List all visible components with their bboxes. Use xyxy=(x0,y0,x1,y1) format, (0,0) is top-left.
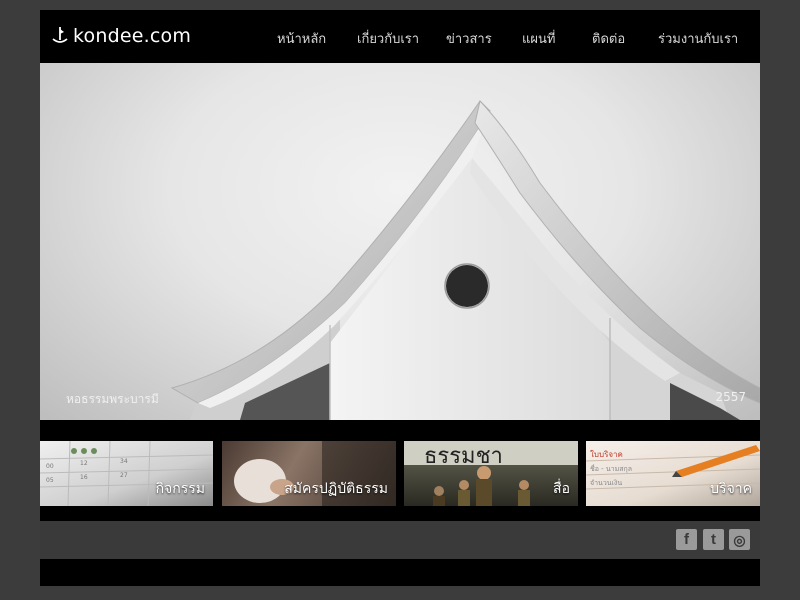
svg-text:27: 27 xyxy=(120,472,128,479)
svg-text:ชื่อ - นามสกุล: ชื่อ - นามสกุล xyxy=(590,464,632,473)
nav-news[interactable]: ข่าวสาร xyxy=(446,28,492,49)
svg-text:12: 12 xyxy=(80,460,88,467)
nav-map[interactable]: แผนที่ xyxy=(522,28,555,49)
tile-activities[interactable]: 00 12 34 05 16 27 กิจกรรม xyxy=(40,441,213,506)
svg-text:ธรรมชา: ธรรมชา xyxy=(424,444,503,469)
svg-text:00: 00 xyxy=(46,463,54,470)
svg-text:34: 34 xyxy=(120,458,128,465)
hero-banner[interactable]: หอธรรมพระบารมี 2557 xyxy=(40,63,760,420)
svg-text:05: 05 xyxy=(46,477,54,484)
media-poster-photo: ธรรมชา xyxy=(404,441,578,506)
hero-year: 2557 xyxy=(715,390,746,404)
main-nav: หน้าหลัก เกี่ยวกับเรา ข่าวสาร แผนที่ ติด… xyxy=(40,28,760,48)
instagram-icon[interactable]: ◎ xyxy=(729,529,750,550)
tile-donate-label: บริจาค xyxy=(710,481,752,497)
nav-careers[interactable]: ร่วมงานกับเรา xyxy=(658,28,738,49)
twitter-icon[interactable]: t xyxy=(703,529,724,550)
tile-donate[interactable]: ใบบริจาค ชื่อ - นามสกุล จำนวนเงิน บริจาค xyxy=(586,441,760,506)
nav-home[interactable]: หน้าหลัก xyxy=(277,28,326,49)
site-container: kondee.com หน้าหลัก เกี่ยวกับเรา ข่าวสาร… xyxy=(40,10,760,586)
nav-contact[interactable]: ติดต่อ xyxy=(592,28,625,49)
footer: f t ◎ xyxy=(40,521,760,559)
facebook-icon[interactable]: f xyxy=(676,529,697,550)
svg-text:16: 16 xyxy=(80,474,88,481)
tile-practice-label: สมัครปฏิบัติธรรม xyxy=(284,481,388,497)
feature-tiles: 00 12 34 05 16 27 กิจกรรม สมัครปฏิบัติธรรม ธ… xyxy=(40,441,760,506)
tile-activities-label: กิจกรรม xyxy=(155,481,205,497)
hero-caption: หอธรรมพระบารมี xyxy=(66,392,159,406)
svg-text:ใบบริจาค: ใบบริจาค xyxy=(590,450,623,459)
tile-media-label: สื่อ xyxy=(553,481,570,497)
temple-gable-illustration xyxy=(170,99,760,420)
svg-text:จำนวนเงิน: จำนวนเงิน xyxy=(590,479,622,487)
header: kondee.com หน้าหลัก เกี่ยวกับเรา ข่าวสาร… xyxy=(40,10,760,63)
nav-about[interactable]: เกี่ยวกับเรา xyxy=(357,28,419,49)
tile-practice-registration[interactable]: สมัครปฏิบัติธรรม xyxy=(222,441,396,506)
tile-media[interactable]: ธรรมชา สื่อ xyxy=(404,441,578,506)
